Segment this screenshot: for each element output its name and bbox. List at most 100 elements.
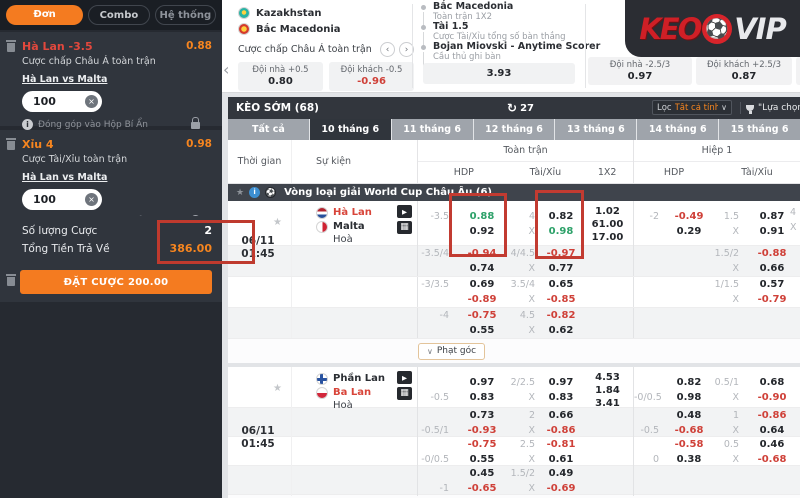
odds-value[interactable]: 0.48 <box>677 410 702 421</box>
odds-value[interactable]: 0.82 <box>677 377 702 388</box>
odds-value[interactable]: 61.00 <box>592 219 624 230</box>
play-stream-button[interactable]: ▶ <box>397 205 412 218</box>
remove-bet-icon[interactable] <box>6 138 16 150</box>
odds-value[interactable]: -0.69 <box>547 483 576 494</box>
odds-value[interactable]: 0.69 <box>470 279 495 290</box>
odds-box-away[interactable]: Đội khách -0.5 -0.96 <box>329 62 414 91</box>
odds-value[interactable]: 0.68 <box>760 377 785 388</box>
carousel-left-arrow-icon[interactable]: ‹ <box>223 60 229 79</box>
odds-value[interactable]: -0.79 <box>758 294 787 305</box>
date-tab-jun13[interactable]: 13 tháng 6 <box>555 119 637 140</box>
bet-match-link[interactable]: Hà Lan vs Malta <box>22 172 107 183</box>
odds-value[interactable]: -0.89 <box>468 294 497 305</box>
odds-value[interactable]: -0.88 <box>758 248 787 259</box>
odds-value[interactable]: 0.88 <box>470 211 495 222</box>
stake-input[interactable]: 100 × <box>22 189 102 210</box>
odds-value[interactable]: 0.83 <box>470 392 495 403</box>
odds-value[interactable]: -0.86 <box>547 425 576 436</box>
odds-value[interactable]: 0.57 <box>760 279 785 290</box>
date-tab-jun10[interactable]: 10 tháng 6 <box>309 119 391 140</box>
refresh-icon[interactable]: ↻ <box>507 101 517 115</box>
odds-value[interactable]: -0.75 <box>468 310 497 321</box>
favorite-star-icon[interactable]: ★ <box>236 188 244 198</box>
date-tab-jun14[interactable]: 14 tháng 6 <box>637 119 719 140</box>
odds-value[interactable]: -0.68 <box>675 425 704 436</box>
betslip-tab-single[interactable]: Đơn <box>6 5 84 25</box>
odds-value[interactable]: 0.66 <box>760 263 785 274</box>
clear-stake-icon[interactable]: × <box>85 193 98 206</box>
odds-value[interactable]: 0.55 <box>470 325 495 336</box>
odds-value[interactable]: -0.90 <box>758 392 787 403</box>
odds-value[interactable]: -0.65 <box>468 483 497 494</box>
league-header-bar[interactable]: ★ i ⚽ Vòng loại giải World Cup Châu Âu (… <box>228 184 800 201</box>
odds-value[interactable]: 0.77 <box>549 263 574 274</box>
odds-value[interactable]: 0.92 <box>470 226 495 237</box>
odds-value[interactable]: 0.45 <box>470 468 495 479</box>
odds-value[interactable]: 0.97 <box>549 377 574 388</box>
odds-value[interactable]: 0.66 <box>549 410 574 421</box>
odds-value[interactable]: 1.02 <box>595 206 620 217</box>
odds-value[interactable]: 0.74 <box>470 263 495 274</box>
odds-box-home[interactable]: Đội nhà +0.5 0.80 <box>238 62 323 91</box>
odds-value[interactable]: -0.68 <box>758 454 787 465</box>
stats-button[interactable]: ▦ <box>397 221 412 234</box>
date-tab-jun11[interactable]: 11 tháng 6 <box>391 119 473 140</box>
odds-value[interactable]: 0.38 <box>677 454 702 465</box>
odds-value[interactable]: -0.94 <box>468 248 497 259</box>
clear-betslip-icon[interactable] <box>6 274 16 286</box>
odds-value[interactable]: 0.55 <box>470 454 495 465</box>
place-bet-button[interactable]: ĐẶT CƯỢC 200.00 <box>20 270 212 294</box>
bet-count-label: Số lượng Cược <box>22 225 98 237</box>
odds-value[interactable]: 0.98 <box>677 392 702 403</box>
corner-market-toggle[interactable]: ∨ Phạt góc <box>418 342 486 360</box>
odds-value[interactable]: 0.91 <box>760 226 785 237</box>
favorite-star-icon[interactable]: ★ <box>273 217 282 228</box>
date-tab-jun12[interactable]: 12 tháng 6 <box>473 119 555 140</box>
odds-value[interactable]: 0.73 <box>470 410 495 421</box>
odds-box-home[interactable]: Đội nhà -2.5/3 0.97 <box>588 57 692 85</box>
odds-box-away[interactable]: Đội khách +2.5/3 0.87 <box>696 57 792 85</box>
odds-value[interactable]: 0.64 <box>760 425 785 436</box>
bet-match-link[interactable]: Hà Lan vs Malta <box>22 74 107 85</box>
refresh-control[interactable]: ↻ 27 <box>507 101 534 115</box>
odds-value[interactable]: 0.62 <box>549 325 574 336</box>
stats-button[interactable]: ▦ <box>397 387 412 400</box>
odds-value[interactable]: 0.97 <box>470 377 495 388</box>
date-tab-all[interactable]: Tất cả <box>228 119 309 140</box>
clear-stake-icon[interactable]: × <box>85 95 98 108</box>
odds-value[interactable]: 4.53 <box>595 372 620 383</box>
odds-value[interactable]: -0.81 <box>547 439 576 450</box>
odds-values: 0.65 -0.85 <box>540 277 582 307</box>
league-picker[interactable]: "Lựa chọn giải <box>746 97 800 119</box>
odds-value[interactable]: 0.98 <box>549 226 574 237</box>
stake-input[interactable]: 100 × <box>22 91 102 112</box>
favorite-star-icon[interactable]: ★ <box>273 383 282 394</box>
odds-value[interactable]: 0.82 <box>549 211 574 222</box>
odds-value[interactable]: -0.97 <box>547 248 576 259</box>
odds-value[interactable]: 0.61 <box>549 454 574 465</box>
remove-bet-icon[interactable] <box>6 40 16 52</box>
betslip-tab-system[interactable]: Hệ thống <box>154 5 216 25</box>
odds-value[interactable]: 1.84 <box>595 385 620 396</box>
odds-value[interactable]: -0.85 <box>547 294 576 305</box>
betslip-tab-combo[interactable]: Combo <box>88 5 150 25</box>
play-stream-button[interactable]: ▶ <box>397 371 412 384</box>
odds-value[interactable]: -0.49 <box>675 211 704 222</box>
feature-filter-dropdown[interactable]: Lọc Tất cả tính năng ∨ <box>652 100 732 115</box>
odds-value[interactable]: 17.00 <box>592 232 624 243</box>
odds-value[interactable]: -0.75 <box>468 439 497 450</box>
odds-value[interactable]: -0.58 <box>675 439 704 450</box>
odds-value[interactable]: -0.86 <box>758 410 787 421</box>
parlay-odds-box[interactable]: 3.93 <box>423 63 575 84</box>
odds-value[interactable]: 0.83 <box>549 392 574 403</box>
prev-market-arrow-icon[interactable]: ‹ <box>380 42 395 57</box>
odds-value[interactable]: 0.29 <box>677 226 702 237</box>
odds-value[interactable]: 0.46 <box>760 439 785 450</box>
odds-value[interactable]: 3.41 <box>595 398 620 409</box>
odds-value[interactable]: 0.49 <box>549 468 574 479</box>
odds-value[interactable]: 0.87 <box>760 211 785 222</box>
date-tab-jun15[interactable]: 15 tháng 6 <box>719 119 800 140</box>
odds-value[interactable]: -0.93 <box>468 425 497 436</box>
odds-value[interactable]: 0.65 <box>549 279 574 290</box>
odds-value[interactable]: -0.82 <box>547 310 576 321</box>
